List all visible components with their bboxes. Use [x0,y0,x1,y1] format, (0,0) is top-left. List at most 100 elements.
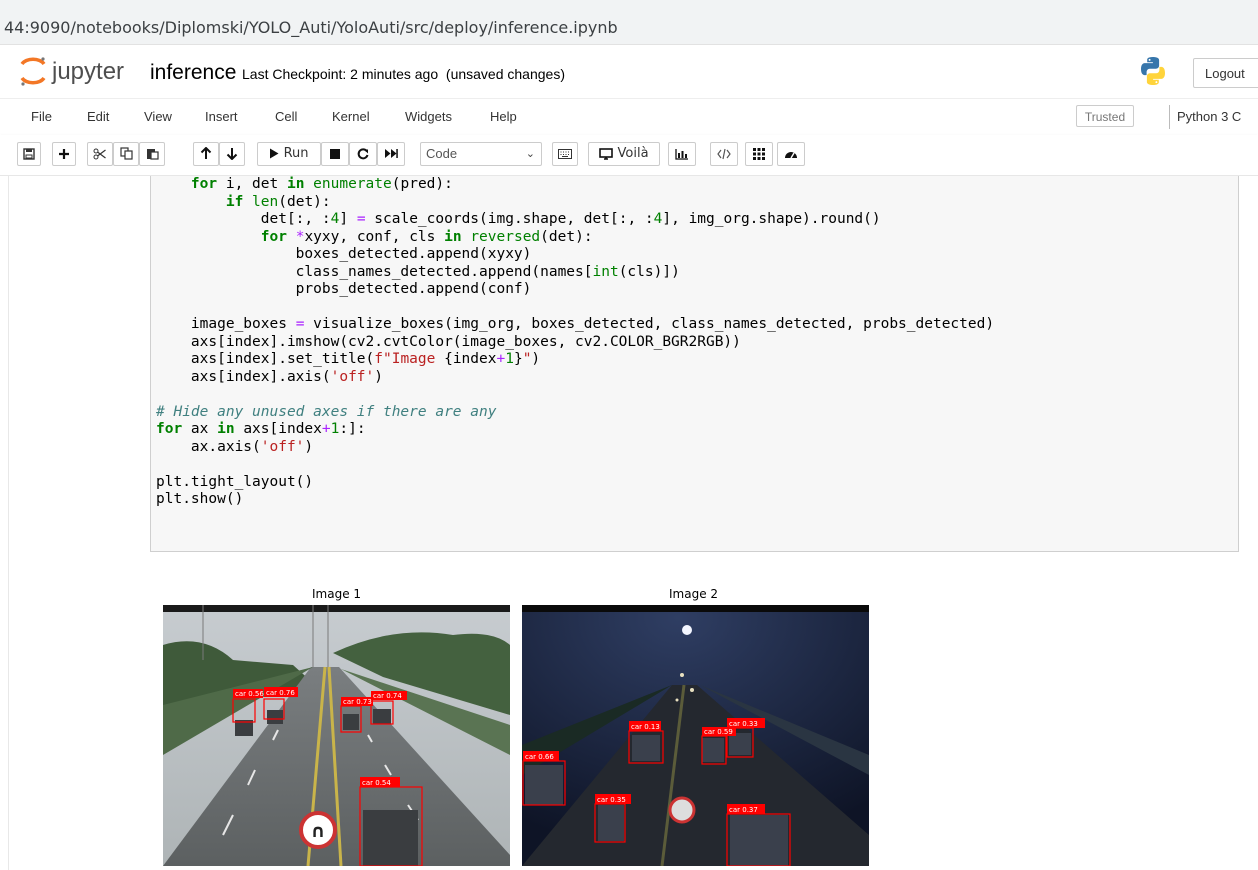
menu-file[interactable]: File [31,109,52,124]
code-line[interactable]: plt.show() [156,491,243,507]
paste-button[interactable] [139,142,165,166]
detection-label-2-5: car 0.37 [729,806,758,814]
cut-icon [93,148,106,159]
command-palette-button[interactable] [552,142,578,166]
run-icon [270,148,279,159]
restart-run-all-button[interactable] [377,142,405,166]
interrupt-button[interactable] [321,142,349,166]
timestamp-bar [163,605,510,612]
run-button[interactable]: Run [257,142,321,166]
no-u-turn-sign-glyph: ∩ [311,821,326,842]
code-line[interactable]: axs[index].imshow(cv2.cvtColor(image_box… [156,334,741,350]
move-up-icon [200,146,212,159]
detection-label-2-0: car 0.13 [631,723,660,731]
kernel-name[interactable]: Python 3 C [1177,109,1241,124]
code-line[interactable]: if len(det): [156,194,331,210]
code-line[interactable]: for ax in axs[index+1:]: [156,421,366,437]
code-line[interactable]: # Hide any unused axes if there are any [156,404,496,420]
code-line[interactable]: probs_detected.append(conf) [156,281,532,297]
menu-widgets[interactable]: Widgets [405,109,452,124]
detection-label-1-0: car 0.56 [235,690,264,698]
code-line[interactable]: plt.tight_layout() [156,474,313,490]
copy-button[interactable] [113,142,139,166]
output-image-2-title: Image 2 [669,587,719,601]
voila-icon [599,147,614,160]
toolbar: Run Code ⌄ Voilà [0,135,1258,176]
detection-label-1-4: car 0.54 [362,779,391,787]
code-line[interactable]: axs[index].set_title(f"Image {index+1}") [156,351,540,367]
cell-type-select[interactable]: Code ⌄ [420,142,542,166]
insert-cell-icon [59,148,69,159]
save-icon [23,147,35,160]
checkpoint-status: Last Checkpoint: 2 minutes ago (unsaved … [242,66,565,82]
voila-button[interactable]: Voilà [588,142,660,166]
move-up-button[interactable] [193,142,219,166]
jupyter-wordmark: jupyter [51,58,124,85]
checkpoint-text: Last Checkpoint: 2 minutes ago [242,66,439,82]
stop-icon [330,148,340,159]
move-down-icon [226,148,238,161]
timestamp-bar [522,605,869,612]
paste-icon [146,149,159,160]
jupyter-header: jupyter inference Last Checkpoint: 2 min… [0,45,1258,97]
menu-help[interactable]: Help [490,109,517,124]
restart-icon [357,147,369,159]
keyboard-icon [558,148,572,159]
cell-type-value: Code [426,146,458,161]
code-button[interactable] [710,142,738,166]
detection-label-2-3: car 0.66 [525,753,554,761]
chevron-down-icon: ⌄ [525,148,535,160]
run-label: Run [283,146,309,161]
insert-cell-button[interactable] [52,142,76,166]
menu-edit[interactable]: Edit [87,109,109,124]
url-text[interactable]: 44:9090/notebooks/Diplomski/YOLO_Auti/Yo… [4,18,618,37]
code-line[interactable]: det[:, :4] = scale_coords(img.shape, det… [156,211,881,227]
move-down-button[interactable] [219,142,245,166]
code-icon [717,148,731,159]
fast-forward-icon [385,149,398,158]
detection-label-2-1: car 0.33 [729,720,758,728]
unsaved-changes-text: (unsaved changes) [445,66,565,82]
detection-label-1-1: car 0.76 [266,689,295,697]
output-image-1-title: Image 1 [312,587,362,601]
gauge-icon [785,151,797,158]
output-image-1: ∩ car 0.56 car 0.76 car 0.73 car 0.74 ca… [163,605,510,866]
code-line[interactable]: ax.axis('off') [156,439,313,455]
detection-label-1-3: car 0.74 [373,692,402,700]
save-button[interactable] [17,142,41,166]
left-gutter-line [8,176,9,870]
code-line[interactable]: boxes_detected.append(xyxy) [156,246,532,262]
notebook-name[interactable]: inference [150,61,236,85]
trusted-indicator[interactable]: Trusted [1076,105,1134,127]
browser-address-bar[interactable]: 44:9090/notebooks/Diplomski/YOLO_Auti/Yo… [0,0,1258,45]
chart-icon [675,148,688,160]
no-u-turn-sign [668,796,696,824]
code-line[interactable]: axs[index].axis('off') [156,369,383,385]
code-line[interactable]: class_names_detected.append(names[int(cl… [156,264,680,280]
jupyter-logo[interactable]: jupyter [18,52,148,90]
code-line[interactable]: image_boxes = visualize_boxes(img_org, b… [156,316,994,332]
detection-label-1-2: car 0.73 [343,698,372,706]
menu-insert[interactable]: Insert [205,109,238,124]
grid-button[interactable] [745,142,773,166]
menubar: File Edit View Insert Cell Kernel Widget… [0,98,1258,136]
street-light [682,625,692,635]
output-image-2: car 0.13 car 0.33 car 0.59 car 0.66 car … [522,605,869,866]
python-logo-icon [1141,57,1165,85]
menu-cell[interactable]: Cell [275,109,297,124]
notebook-container: for i, det in enumerate(pred): if len(de… [0,176,1258,870]
code-line[interactable]: for i, det in enumerate(pred): [156,176,453,192]
kernel-separator [1169,105,1170,129]
copy-icon [119,147,133,160]
logout-button[interactable]: Logout [1193,58,1258,88]
detection-label-2-2: car 0.59 [704,728,733,736]
code-editor[interactable]: for i, det in enumerate(pred): if len(de… [156,176,994,509]
restart-button[interactable] [349,142,377,166]
cut-button[interactable] [87,142,113,166]
gauge-button[interactable] [777,142,805,166]
menu-view[interactable]: View [144,109,172,124]
menu-kernel[interactable]: Kernel [332,109,370,124]
code-line[interactable]: for *xyxy, conf, cls in reversed(det): [156,229,593,245]
chart-button[interactable] [668,142,696,166]
grid-icon [753,147,765,160]
